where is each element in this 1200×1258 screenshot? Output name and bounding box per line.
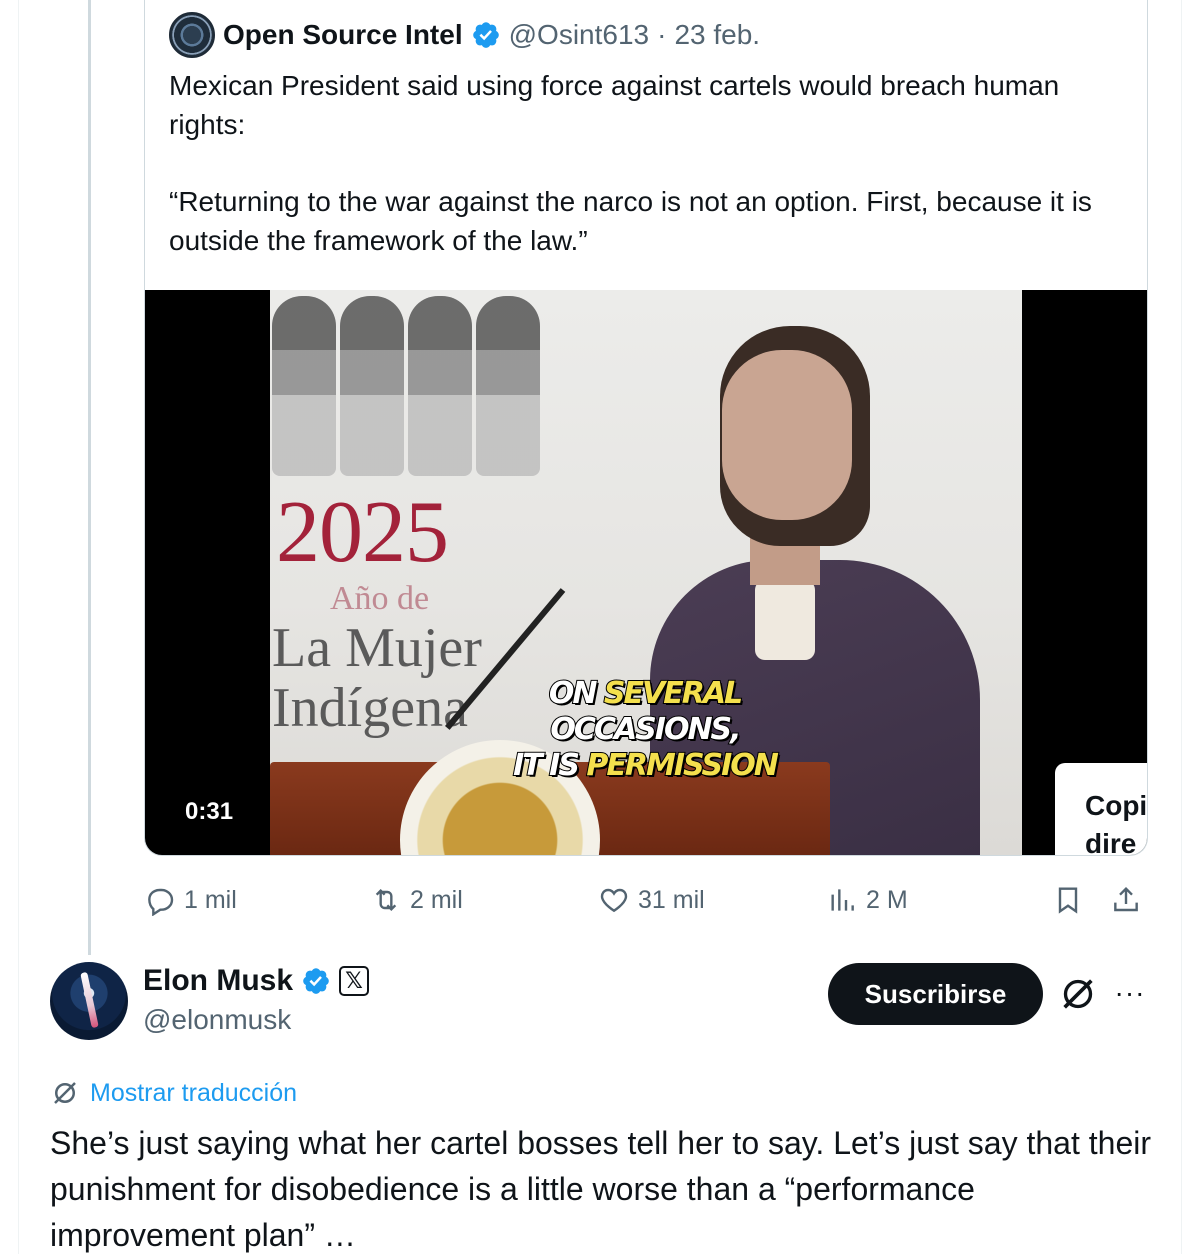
translate-icon <box>54 1082 76 1104</box>
header-separator: · <box>657 19 667 50</box>
quoted-text-paragraph-1: Mexican President said using force again… <box>169 70 1060 140</box>
share-button[interactable] <box>1110 878 1142 922</box>
banner-portraits <box>270 290 550 480</box>
verified-badge-icon <box>472 22 499 48</box>
thread-connector <box>88 0 91 955</box>
author-avatar[interactable] <box>50 962 128 1040</box>
author-name-row: Elon Musk 𝕏 <box>143 964 370 998</box>
quoted-author-name[interactable]: Open Source Intel <box>223 19 463 51</box>
views-count: 2 M <box>866 885 908 914</box>
views-icon <box>831 889 854 911</box>
bookmark-icon <box>1058 887 1078 914</box>
banner-line-2: La Mujer <box>272 617 482 679</box>
repost-icon <box>375 888 397 912</box>
banner-line-1: Año de <box>330 580 430 617</box>
copy-link-button[interactable]: Copi dire <box>1055 763 1147 855</box>
quoted-text-paragraph-2: “Returning to the war against the narco … <box>169 186 1092 256</box>
quoted-tweet-date[interactable]: 23 feb. <box>674 19 760 51</box>
bookmark-button[interactable] <box>1052 878 1084 922</box>
quoted-tweet-card[interactable]: Open Source Intel @Osint613 · 23 feb. Me… <box>144 0 1148 856</box>
show-translation-link[interactable]: Mostrar traducción <box>50 1078 297 1108</box>
reply-count: 1 mil <box>184 885 237 914</box>
post-text: She’s just saying what her cartel bosses… <box>50 1125 1151 1253</box>
repost-count: 2 mil <box>410 885 463 914</box>
heart-icon <box>600 888 628 913</box>
banner-year: 2025 <box>276 484 449 581</box>
reply-icon <box>148 888 174 916</box>
share-icon <box>1114 886 1138 912</box>
affiliate-x-badge[interactable]: 𝕏 <box>339 966 370 996</box>
author-handle[interactable]: @elonmusk <box>143 1004 291 1036</box>
repost-button[interactable]: 2 mil <box>370 878 463 922</box>
action-bar: 1 mil 2 mil 31 mil 2 M <box>144 878 1148 922</box>
show-translation-label: Mostrar traducción <box>90 1078 298 1107</box>
reply-button[interactable]: 1 mil <box>144 878 237 922</box>
subscribe-button[interactable]: Suscribirse <box>828 963 1043 1025</box>
like-button[interactable]: 31 mil <box>598 878 705 922</box>
quoted-author-avatar[interactable] <box>169 12 215 58</box>
video-duration: 0:31 <box>185 798 234 825</box>
more-options-button[interactable]: ··· <box>1112 975 1148 1011</box>
quoted-author-handle[interactable]: @Osint613 <box>509 19 650 51</box>
banner-line-3: Indígena <box>272 677 468 739</box>
quoted-tweet-header: Open Source Intel @Osint613 · 23 feb. <box>169 12 760 58</box>
like-count: 31 mil <box>638 885 705 914</box>
video-subtitle: ON SEVERAL OCCASIONS, IT IS PERMISSION <box>512 675 780 784</box>
quoted-tweet-text: Mexican President said using force again… <box>169 66 1129 260</box>
grok-icon[interactable] <box>1058 974 1098 1014</box>
verified-badge-icon <box>303 968 329 994</box>
video-frame: 2025 Año de La Mujer Indígena ON SEVERAL… <box>270 290 1022 855</box>
views-button[interactable]: 2 M <box>826 878 908 922</box>
author-name[interactable]: Elon Musk <box>143 964 293 998</box>
video-player[interactable]: 2025 Año de La Mujer Indígena ON SEVERAL… <box>145 290 1147 855</box>
